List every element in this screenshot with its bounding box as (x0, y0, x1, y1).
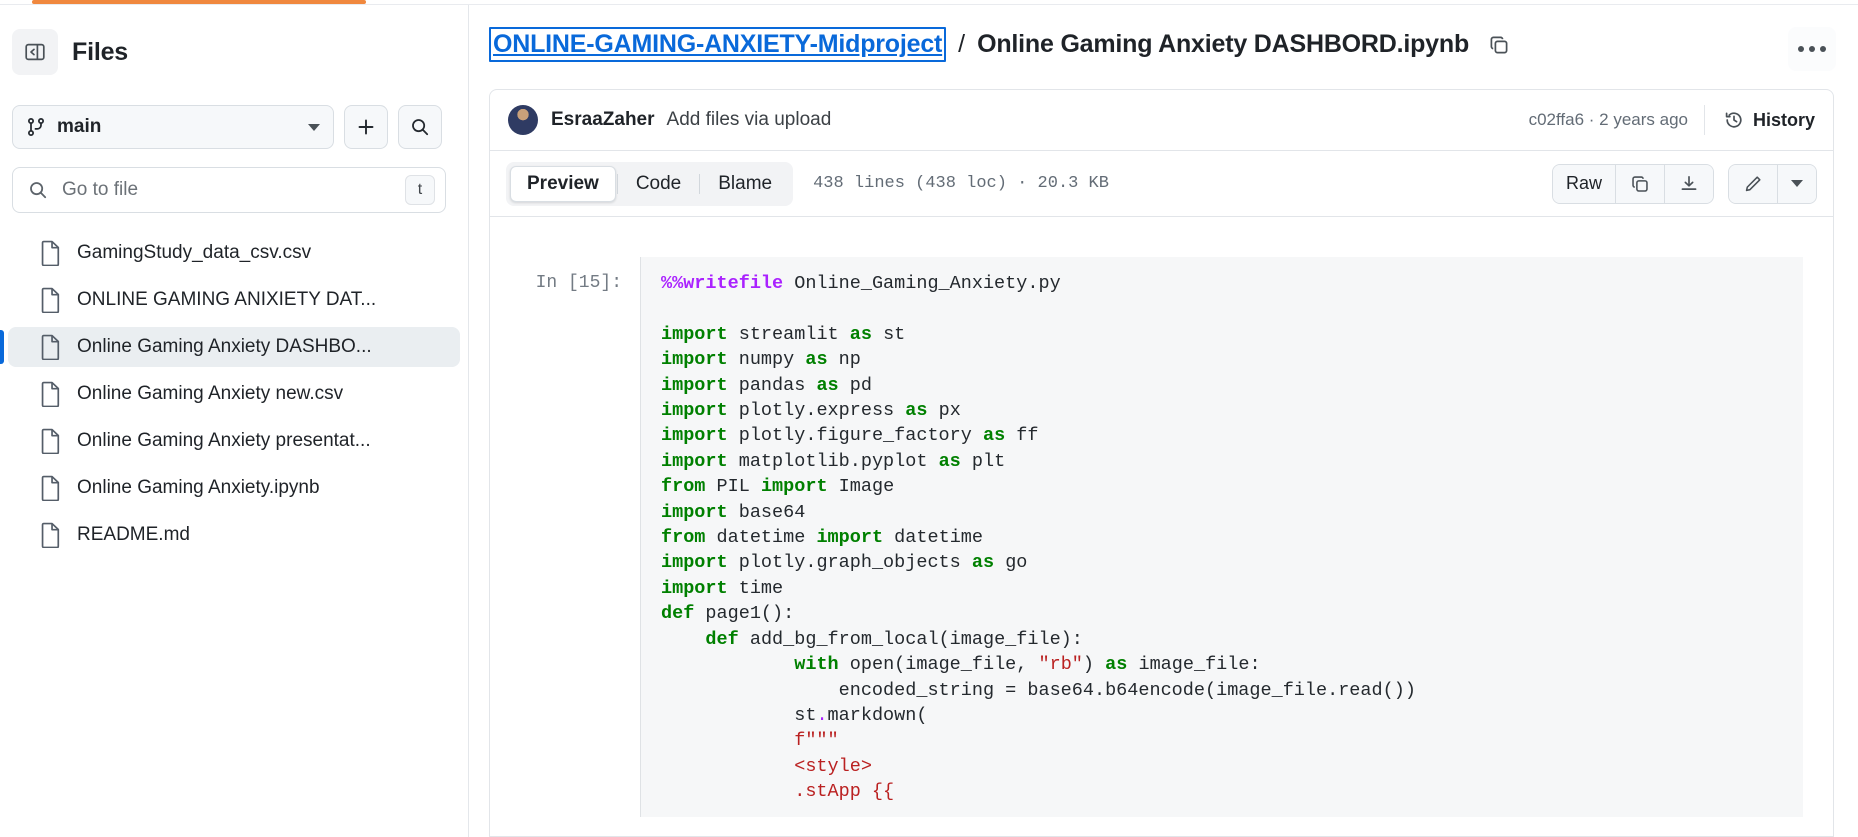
notebook-preview: In [15]: %%writefile Online_Gaming_Anxie… (489, 217, 1834, 837)
raw-copy-download-group: Raw (1551, 163, 1714, 204)
breadcrumb-repo-link[interactable]: ONLINE-GAMING-ANXIETY-Midproject (493, 30, 942, 58)
copy-icon (1632, 175, 1648, 192)
sidebar-search-button[interactable] (398, 105, 442, 149)
file-list-item-label: ONLINE GAMING ANIXIETY DAT... (77, 289, 377, 310)
file-list-item-label: Online Gaming Anxiety DASHBO... (77, 336, 372, 357)
file-list-item[interactable]: Online Gaming Anxiety.ipynb (8, 468, 460, 508)
history-label: History (1752, 109, 1815, 130)
breadcrumb-file-name: Online Gaming Anxiety DASHBORD.ipynb (977, 30, 1470, 58)
file-icon (41, 522, 60, 548)
more-options-button[interactable] (1788, 27, 1836, 71)
repo-link-focus-ring: ONLINE-GAMING-ANXIETY-Midproject (489, 27, 947, 62)
history-button[interactable]: History (1703, 105, 1815, 135)
file-icon (41, 475, 60, 501)
main-content: ONLINE-GAMING-ANXIETY-Midproject / Onlin… (469, 5, 1858, 837)
tab-divider (616, 173, 618, 194)
file-size-meta: 438 lines (438 loc) · 20.3 KB (813, 174, 1109, 193)
panel-collapse-icon (25, 43, 45, 61)
avatar (508, 105, 538, 135)
edit-dropdown-button[interactable] (1778, 164, 1816, 203)
chevron-down-icon (308, 123, 320, 131)
file-list-item[interactable]: Online Gaming Anxiety DASHBO... (0, 327, 460, 367)
latest-commit-bar: EsraaZaher Add files via upload c02ffa6 … (489, 89, 1834, 151)
file-list-item-label: README.md (77, 524, 190, 545)
edit-file-button[interactable] (1729, 164, 1778, 203)
file-list-item[interactable]: ONLINE GAMING ANIXIETY DAT... (8, 280, 460, 320)
file-list-item[interactable]: Online Gaming Anxiety new.csv (8, 374, 460, 414)
download-icon (1681, 175, 1697, 190)
tab-preview[interactable]: Preview (510, 165, 616, 202)
file-list-item-label: Online Gaming Anxiety.ipynb (77, 477, 320, 498)
commit-meta-group: c02ffa6 · 2 years ago History (1529, 105, 1815, 135)
file-list-item-label: Online Gaming Anxiety presentat... (77, 430, 371, 451)
commit-message[interactable]: Add files via upload (667, 109, 832, 131)
file-icon (41, 334, 60, 360)
tab-code[interactable]: Code (619, 166, 698, 202)
plus-icon (358, 119, 374, 135)
download-raw-file-button[interactable] (1665, 164, 1713, 203)
search-icon (30, 182, 47, 199)
add-file-button[interactable] (344, 105, 388, 149)
file-list-item[interactable]: GamingStudy_data_csv.csv (8, 233, 460, 273)
file-icon (41, 240, 60, 266)
cell-input-prompt: In [15]: (535, 273, 622, 293)
code-content: %%writefile Online_Gaming_Anxiety.py imp… (661, 273, 1416, 803)
chevron-down-icon (1791, 180, 1803, 187)
copy-raw-contents-button[interactable] (1616, 164, 1665, 203)
pencil-icon (1745, 175, 1761, 191)
copy-icon (1490, 36, 1508, 53)
tab-divider (699, 173, 701, 194)
sidebar-header: Files (12, 29, 128, 75)
kebab-icon (1820, 46, 1826, 52)
file-icon (41, 381, 60, 407)
toolbar-actions: Raw (1551, 163, 1817, 204)
panel-collapse-button[interactable] (12, 29, 58, 75)
go-to-file-placeholder: Go to file (62, 179, 139, 200)
go-to-file-shortcut-badge: t (405, 175, 435, 205)
raw-button[interactable]: Raw (1552, 164, 1616, 203)
search-icon (412, 119, 429, 136)
kebab-icon (1809, 46, 1815, 52)
file-list-item-label: Online Gaming Anxiety new.csv (77, 383, 344, 404)
code-block[interactable]: %%writefile Online_Gaming_Anxiety.py imp… (640, 257, 1803, 817)
file-tree-list: GamingStudy_data_csv.csv ONLINE GAMING AN… (0, 233, 460, 562)
file-icon (41, 428, 60, 454)
file-view-toolbar: Preview Code Blame 438 lines (438 loc) · 2… (489, 151, 1834, 217)
raw-label: Raw (1565, 173, 1602, 193)
branch-row: main (12, 105, 442, 149)
branch-name: main (57, 116, 102, 137)
view-mode-tabs: Preview Code Blame (506, 161, 794, 206)
page-title: Files (72, 37, 128, 66)
breadcrumb-separator: / (958, 30, 966, 58)
branch-selector[interactable]: main (12, 105, 334, 149)
edit-group (1728, 163, 1817, 204)
kebab-icon (1798, 46, 1804, 52)
history-icon (1725, 112, 1742, 128)
copy-path-button[interactable] (1487, 33, 1511, 57)
git-branch-icon (27, 118, 45, 137)
file-icon (41, 287, 60, 313)
files-sidebar: Files main Go to file t GamingStudy_data… (0, 5, 468, 837)
commit-hash-and-date: c02ffa6 · 2 years ago (1528, 110, 1688, 129)
breadcrumb: ONLINE-GAMING-ANXIETY-Midproject / Onlin… (489, 27, 1511, 62)
file-list-item[interactable]: README.md (8, 515, 460, 555)
tab-blame[interactable]: Blame (701, 166, 789, 202)
commit-author[interactable]: EsraaZaher (551, 109, 655, 131)
file-list-item[interactable]: Online Gaming Anxiety presentat... (8, 421, 460, 461)
file-list-item-label: GamingStudy_data_csv.csv (77, 242, 312, 263)
notebook-code-cell: In [15]: %%writefile Online_Gaming_Anxie… (528, 257, 1803, 817)
go-to-file-input[interactable]: Go to file t (12, 167, 446, 213)
